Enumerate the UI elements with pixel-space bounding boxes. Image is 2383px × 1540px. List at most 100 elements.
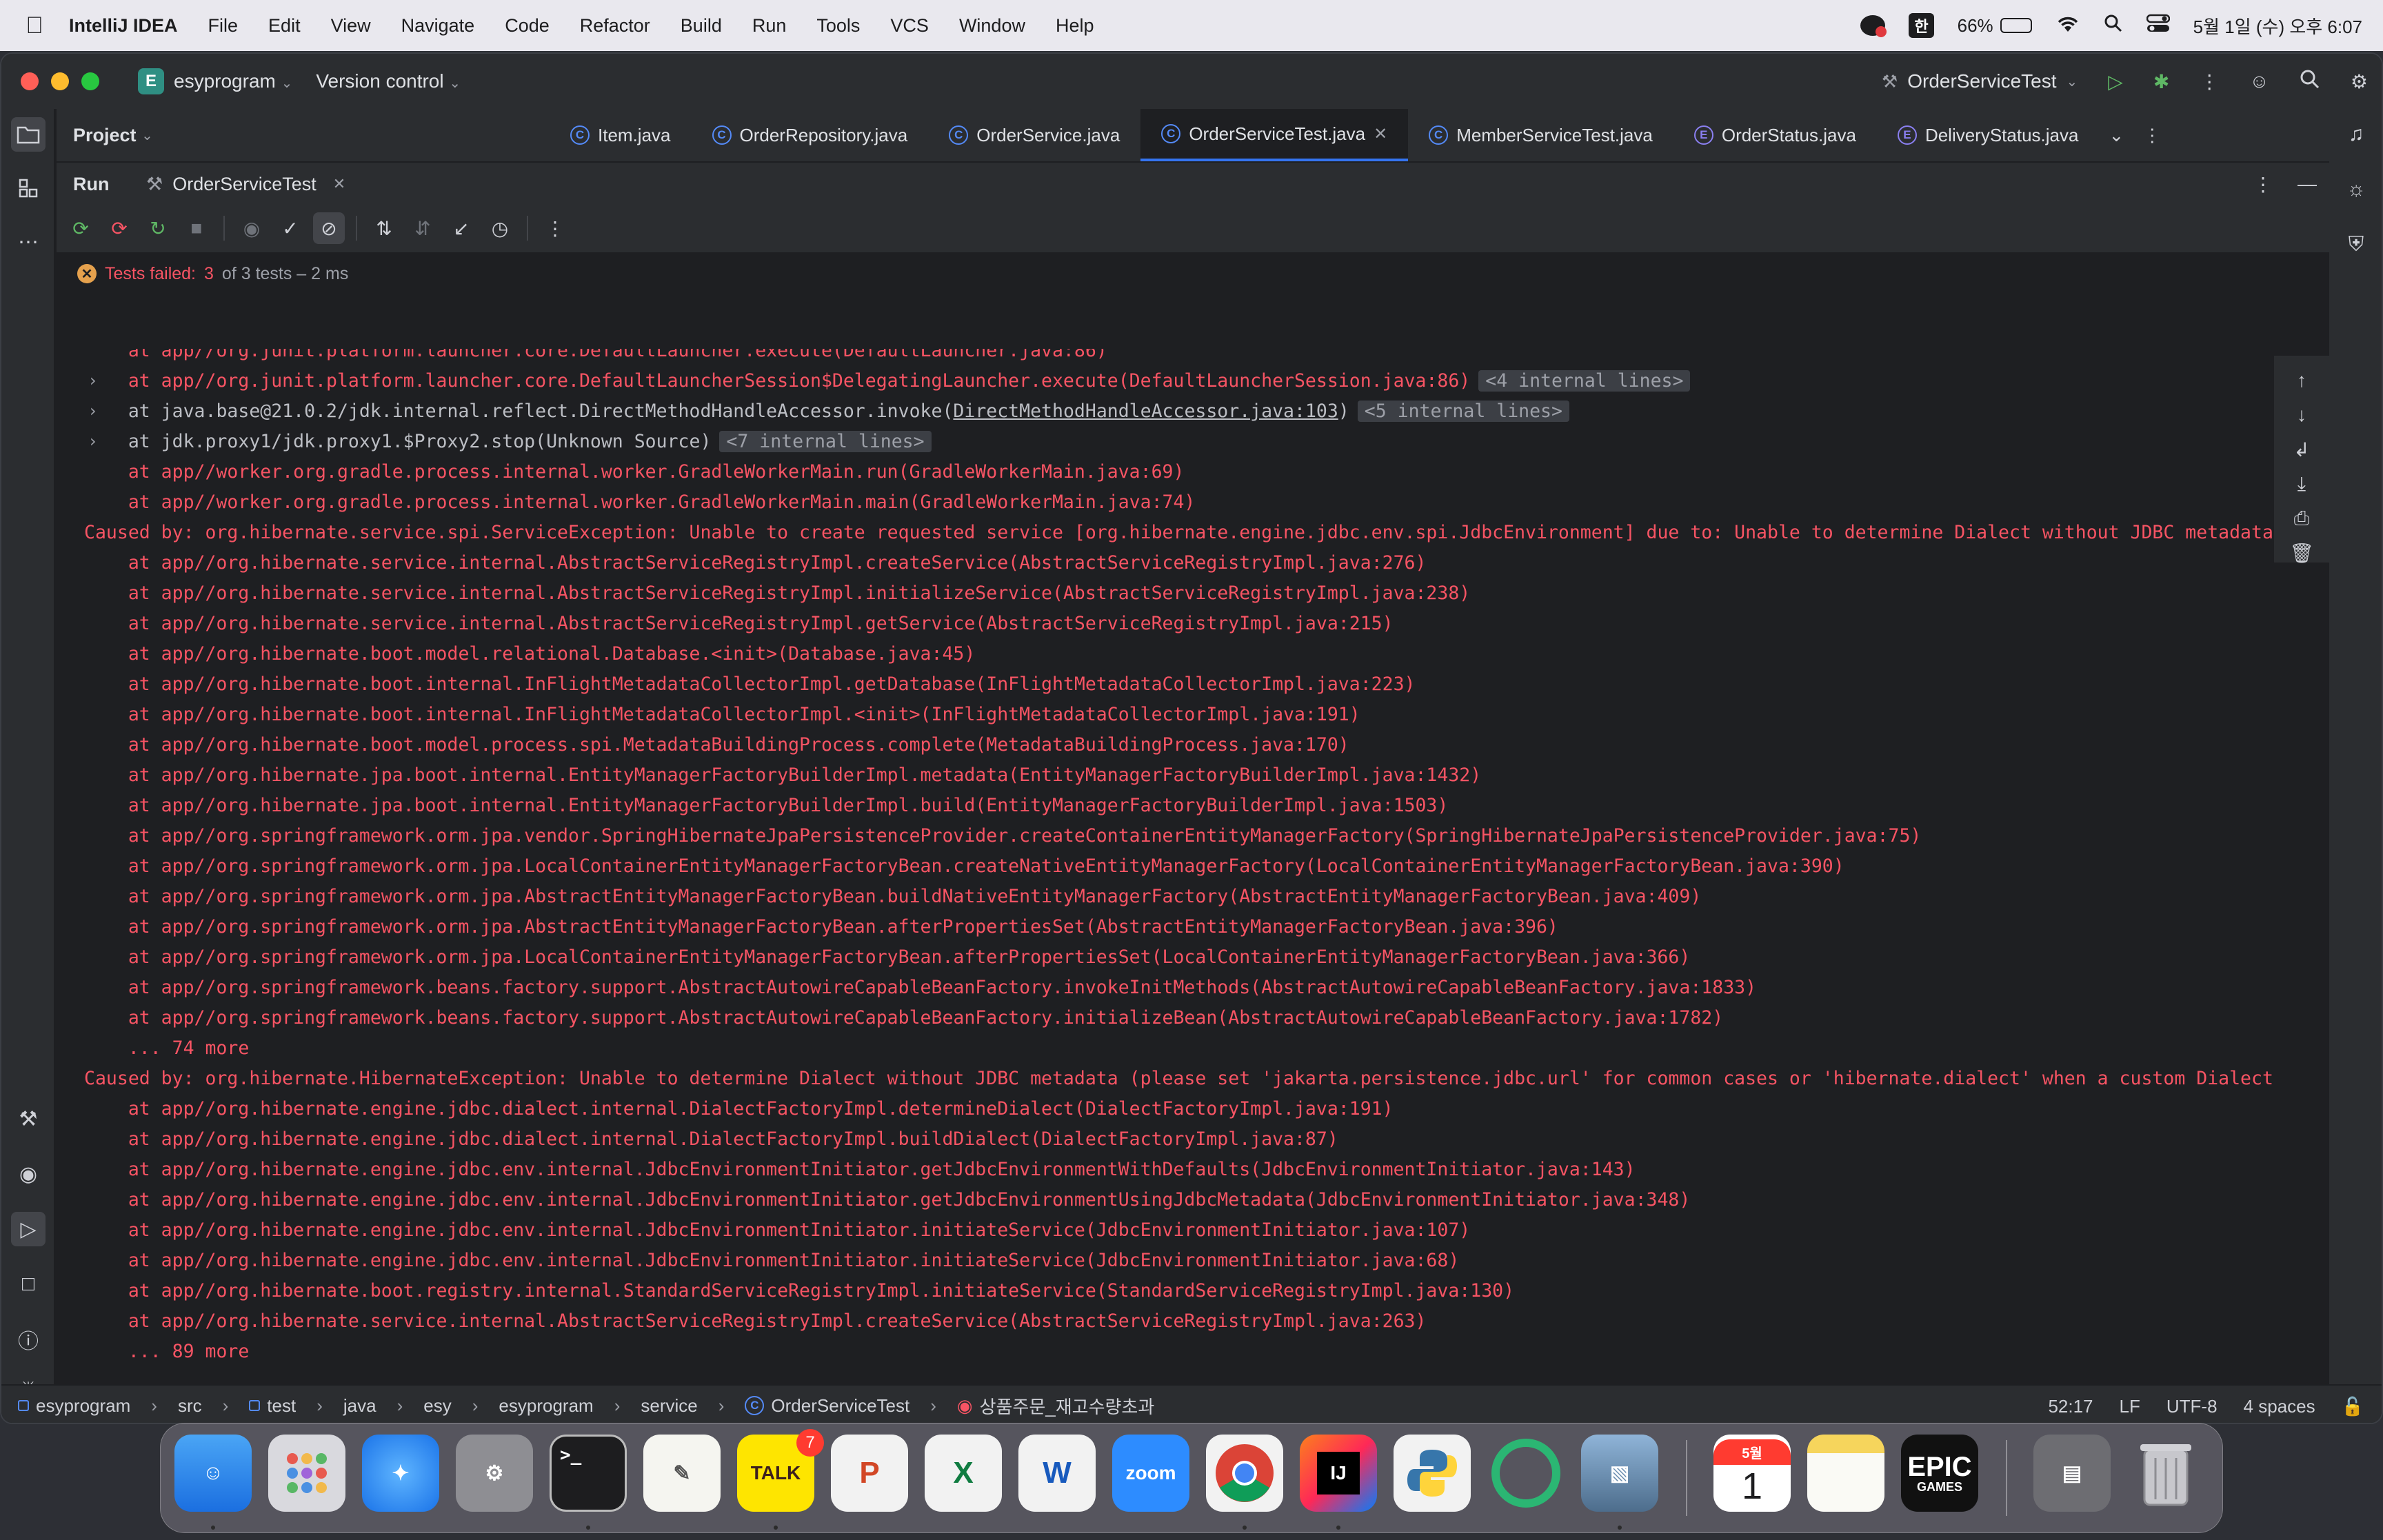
apple-icon[interactable]:  (0, 12, 69, 39)
breadcrumb-item[interactable]: esy (423, 1395, 451, 1417)
word-icon[interactable]: W (1018, 1435, 1096, 1512)
expand-chevron-icon[interactable]: › (90, 401, 97, 421)
downloads-stack-icon[interactable]: ▤ (2033, 1435, 2111, 1512)
menu-vcs[interactable]: VCS (875, 15, 944, 37)
run-panel-options-icon[interactable]: ⋮ (2253, 173, 2273, 196)
tab-list-chevron-icon[interactable]: ⌄ (2099, 109, 2133, 161)
settings-gear-icon[interactable]: ⚙ (2351, 70, 2368, 93)
python-launcher-icon[interactable] (1394, 1435, 1471, 1512)
menu-window[interactable]: Window (944, 15, 1040, 37)
control-center-icon[interactable] (2146, 14, 2170, 38)
launchpad-icon[interactable] (268, 1435, 345, 1512)
zoom-window-button[interactable] (81, 72, 99, 90)
test-history-clock-icon[interactable]: ◷ (484, 212, 516, 244)
hide-panel-icon[interactable]: — (2297, 173, 2317, 195)
tab-member-service-test-java[interactable]: C MemberServiceTest.java (1408, 109, 1673, 161)
menu-file[interactable]: File (193, 15, 254, 37)
tab-item-java[interactable]: C Item.java (550, 109, 692, 161)
expand-chevron-icon[interactable]: › (90, 432, 97, 451)
chat-status-icon[interactable] (1860, 15, 1887, 37)
security-shield-icon[interactable]: ⛨ (2339, 227, 2373, 262)
folded-internal-lines[interactable]: <4 internal lines> (1478, 369, 1691, 392)
show-passed-check-icon[interactable]: ✓ (274, 212, 306, 244)
rerun-icon[interactable]: ⟳ (65, 212, 97, 244)
scroll-down-arrow-icon[interactable]: ↓ (2286, 400, 2317, 430)
wifi-icon[interactable] (2055, 14, 2080, 38)
folded-internal-lines[interactable]: <5 internal lines> (1357, 400, 1569, 422)
finder-icon[interactable]: ☺ (174, 1435, 252, 1512)
zoom-app-icon[interactable]: zoom (1112, 1435, 1189, 1512)
calendar-icon[interactable]: 5월 1 (1713, 1435, 1791, 1512)
project-panel-title[interactable]: Project ⌄ (73, 109, 153, 161)
build-hammer-icon[interactable]: ⚒ (11, 1102, 46, 1136)
spotlight-search-icon[interactable] (2104, 14, 2123, 38)
terminal-app-icon[interactable]: >_ (550, 1435, 627, 1512)
project-badge[interactable]: E (138, 68, 164, 94)
breadcrumb-item[interactable]: esyprogram (36, 1395, 130, 1417)
add-user-icon[interactable]: ☺ (2249, 70, 2269, 92)
chrome-icon[interactable] (1206, 1435, 1283, 1512)
console-output[interactable]: at app//org.junit.platform.launcher.core… (84, 349, 2274, 1423)
breadcrumb-item[interactable]: OrderServiceTest (771, 1395, 909, 1417)
version-control-menu[interactable]: Version control ⌄ (316, 70, 461, 92)
breadcrumb-item[interactable]: esyprogram (499, 1395, 593, 1417)
soft-wrap-icon[interactable]: ↲ (2286, 434, 2317, 465)
trash-icon[interactable] (2127, 1435, 2204, 1512)
run-tool-icon[interactable]: ▷ (11, 1212, 46, 1246)
tab-order-repository-java[interactable]: C OrderRepository.java (692, 109, 929, 161)
menu-help[interactable]: Help (1040, 15, 1109, 37)
menu-refactor[interactable]: Refactor (565, 15, 665, 37)
scroll-to-end-icon[interactable]: ⤓ (2286, 469, 2317, 499)
tab-delivery-status-java[interactable]: E DeliveryStatus.java (1877, 109, 2100, 161)
print-icon[interactable]: ⎙ (2286, 503, 2317, 534)
safari-compass-icon[interactable]: ✦ (362, 1435, 439, 1512)
sourcetree-ring-icon[interactable] (1487, 1435, 1565, 1512)
menubar-clock[interactable]: 5월 1일 (수) 오후 6:07 (2193, 13, 2362, 39)
run-tab-order-service-test[interactable]: ⚒ OrderServiceTest ✕ (146, 163, 345, 205)
menu-run[interactable]: Run (737, 15, 802, 37)
structure-icon[interactable] (11, 171, 46, 205)
epic-games-icon[interactable]: EPIC GAMES (1901, 1435, 1978, 1512)
more-options-icon[interactable]: ⋮ (539, 212, 571, 244)
run-config-selector[interactable]: ⚒ OrderServiceTest ⌄ (1882, 70, 2078, 92)
sort-alphabetically-icon[interactable]: ⇅ (368, 212, 400, 244)
file-encoding[interactable]: UTF-8 (2166, 1396, 2218, 1417)
breadcrumb-item[interactable]: service (641, 1395, 697, 1417)
textedit-icon[interactable]: ✎ (643, 1435, 721, 1512)
more-actions-icon[interactable]: ⋮ (2200, 70, 2219, 93)
battery-icon[interactable] (2000, 18, 2032, 33)
breadcrumb-item[interactable]: 상품주문_재고수량초과 (980, 1393, 1155, 1419)
project-switcher[interactable]: esyprogram ⌄ (174, 70, 292, 92)
minimize-window-button[interactable] (51, 72, 69, 90)
show-passed-eye-icon[interactable]: ◉ (236, 212, 268, 244)
rerun-failed-tests-icon[interactable]: ⟳ (103, 212, 135, 244)
project-folder-icon[interactable] (11, 117, 46, 152)
system-settings-gear-icon[interactable]: ⚙ (456, 1435, 533, 1512)
expand-chevron-icon[interactable]: › (90, 371, 97, 390)
tab-order-service-test-java[interactable]: C OrderServiceTest.java ✕ (1140, 109, 1409, 161)
line-separator[interactable]: LF (2120, 1396, 2140, 1417)
breadcrumb-item[interactable]: src (178, 1395, 202, 1417)
import-tests-icon[interactable]: ↙ (445, 212, 477, 244)
gradle-icon[interactable]: ☼ (2339, 172, 2373, 207)
menu-build[interactable]: Build (665, 15, 737, 37)
folded-internal-lines[interactable]: <7 internal lines> (719, 430, 932, 452)
menu-view[interactable]: View (316, 15, 386, 37)
close-tab-icon[interactable]: ✕ (333, 175, 345, 193)
services-icon[interactable]: ◉ (11, 1157, 46, 1191)
clear-trash-icon[interactable]: 🗑 (2286, 538, 2317, 568)
menu-navigate[interactable]: Navigate (386, 15, 490, 37)
close-window-button[interactable] (21, 72, 39, 90)
intellij-idea-icon[interactable]: IJ (1300, 1435, 1377, 1512)
source-link[interactable]: DirectMethodHandleAccessor.java:103 (953, 401, 1338, 422)
preview-app-icon[interactable]: ▧ (1581, 1435, 1658, 1512)
tab-order-status-java[interactable]: E OrderStatus.java (1673, 109, 1877, 161)
scroll-up-arrow-icon[interactable]: ↑ (2286, 365, 2317, 396)
menu-edit[interactable]: Edit (253, 15, 316, 37)
notes-icon[interactable] (1807, 1435, 1884, 1512)
show-ignored-icon[interactable]: ⊘ (313, 212, 345, 244)
terminal-icon[interactable]: □ (11, 1267, 46, 1301)
input-method-indicator[interactable]: 한 (1909, 13, 1934, 38)
breadcrumb-item[interactable]: test (267, 1395, 296, 1417)
toggle-auto-test-icon[interactable]: ↻ (142, 212, 174, 244)
